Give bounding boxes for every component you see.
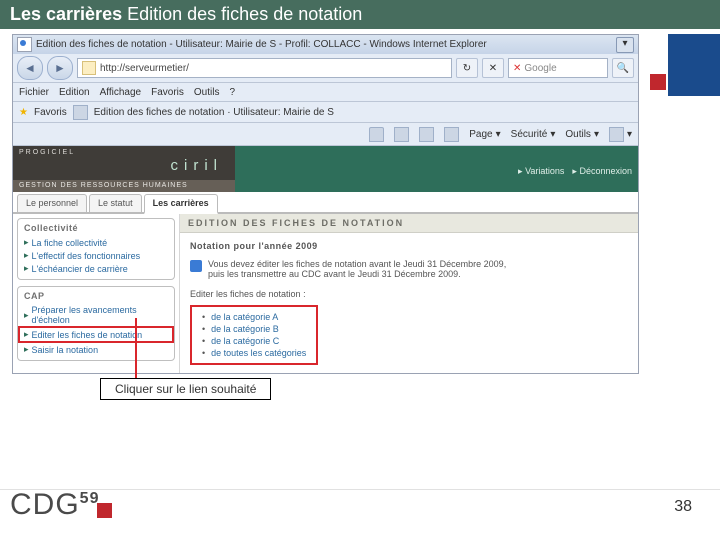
- ie-menubar: Fichier Edition Affichage Favoris Outils…: [13, 83, 638, 102]
- variations-link[interactable]: ▸ Variations: [518, 166, 564, 177]
- fav-page-icon: [73, 105, 88, 120]
- menu-tools[interactable]: Outils: [194, 87, 220, 98]
- title-right: Edition des fiches de notation: [127, 4, 362, 24]
- category-link-box: de la catégorie A de la catégorie B de l…: [190, 305, 318, 365]
- category-link-c[interactable]: de la catégorie C: [202, 335, 306, 347]
- ie-tab-button[interactable]: ▾: [616, 37, 634, 53]
- url-text: http://serveurmetier/: [100, 63, 189, 74]
- favorites-label[interactable]: Favoris: [34, 107, 67, 118]
- category-link-all[interactable]: de toutes les catégories: [202, 347, 306, 359]
- fav-page-title[interactable]: Edition des fiches de notation · Utilisa…: [94, 107, 334, 118]
- search-placeholder: Google: [524, 63, 556, 74]
- tab-personnel[interactable]: Le personnel: [17, 194, 87, 212]
- decoration-red-square: [650, 74, 666, 90]
- sub-brand-row: GESTION DES RESSOURCES HUMAINES: [13, 180, 638, 192]
- mail-button[interactable]: [419, 127, 434, 142]
- info-alert: Vous devez éditer les fiches de notation…: [190, 259, 628, 279]
- callout-connector: [135, 318, 137, 378]
- ie-titlebar: Edition des fiches de notation - Utilisa…: [13, 35, 638, 54]
- brand-left: PROGICIEL ciril: [13, 146, 235, 180]
- list-label: Editer les fiches de notation :: [190, 289, 628, 299]
- arrow-icon: ▸: [24, 263, 29, 274]
- menu-favorites[interactable]: Favoris: [151, 87, 184, 98]
- arrow-icon: ▸: [24, 310, 29, 321]
- tab-carrieres[interactable]: Les carrières: [144, 194, 218, 214]
- sidebar: Collectivité ▸La fiche collectivité ▸L'e…: [13, 214, 179, 373]
- main-panel: EDITION DES FICHES DE NOTATION Notation …: [179, 214, 638, 373]
- sidebar-item[interactable]: ▸Saisir la notation: [24, 343, 168, 356]
- sidebar-item[interactable]: ▸L'échéancier de carrière: [24, 262, 168, 275]
- arrow-icon: ▸: [24, 344, 29, 355]
- home-button[interactable]: [369, 127, 384, 142]
- arrow-icon: ▸: [24, 329, 29, 340]
- sidebar-heading: Collectivité: [24, 223, 168, 233]
- tab-statut[interactable]: Le statut: [89, 194, 142, 212]
- brand-subtitle: GESTION DES RESSOURCES HUMAINES: [13, 180, 235, 192]
- print-button[interactable]: [444, 127, 459, 142]
- ie-command-bar: Page ▾ Sécurité ▾ Outils ▾ ▾: [13, 123, 638, 146]
- search-engine-icon: ✕: [513, 63, 521, 74]
- page-number: 38: [674, 498, 692, 516]
- main-body: Notation pour l'année 2009 Vous devez éd…: [180, 233, 638, 373]
- brand-top: PROGICIEL: [19, 149, 229, 157]
- ie-favorites-bar: ★ Favoris Edition des fiches de notation…: [13, 102, 638, 123]
- home-icon: [369, 127, 384, 142]
- tools-menu[interactable]: Outils ▾: [565, 129, 599, 140]
- mail-icon: [419, 127, 434, 142]
- favorites-star-icon[interactable]: ★: [19, 107, 28, 118]
- sidebar-heading: CAP: [24, 291, 168, 301]
- ie-address-bar: ◄ ► http://serveurmetier/ ↻ ✕ ✕ Google 🔍: [13, 54, 638, 83]
- menu-edit[interactable]: Edition: [59, 87, 90, 98]
- sidebar-box-cap: CAP ▸Préparer les avancements d'échelon …: [17, 286, 175, 361]
- url-field[interactable]: http://serveurmetier/: [77, 58, 452, 78]
- stop-button[interactable]: ✕: [482, 58, 504, 78]
- category-link-a[interactable]: de la catégorie A: [202, 311, 306, 323]
- menu-view[interactable]: Affichage: [100, 87, 142, 98]
- title-left: Les carrières: [10, 4, 122, 24]
- main-header: EDITION DES FICHES DE NOTATION: [180, 214, 638, 233]
- forward-button[interactable]: ►: [47, 56, 73, 80]
- ie-window: Edition des fiches de notation - Utilisa…: [12, 34, 639, 374]
- brand-right: ▸ Variations ▸ Déconnexion: [235, 146, 638, 180]
- arrow-icon: ▸: [24, 237, 29, 248]
- page-icon: [82, 61, 96, 75]
- category-link-b[interactable]: de la catégorie B: [202, 323, 306, 335]
- sidebar-box-collectivite: Collectivité ▸La fiche collectivité ▸L'e…: [17, 218, 175, 280]
- refresh-button[interactable]: ↻: [456, 58, 478, 78]
- alert-line-2: puis les transmettre au CDC avant le Jeu…: [208, 269, 506, 279]
- main-subtitle: Notation pour l'année 2009: [190, 241, 628, 251]
- sidebar-item[interactable]: ▸Préparer les avancements d'échelon: [24, 304, 168, 326]
- slide-title-bar: Les carrières Edition des fiches de nota…: [0, 0, 720, 29]
- cdg-logo: CDG59: [10, 488, 112, 522]
- feeds-icon: [394, 127, 409, 142]
- brand-row: PROGICIEL ciril ▸ Variations ▸ Déconnexi…: [13, 146, 638, 180]
- logo-red-square-icon: [97, 503, 112, 518]
- callout-box: Cliquer sur le lien souhaité: [100, 378, 271, 400]
- search-box[interactable]: ✕ Google: [508, 58, 608, 78]
- back-button[interactable]: ◄: [17, 56, 43, 80]
- arrow-icon: ▸: [24, 250, 29, 261]
- decoration-blue-block: [668, 34, 720, 96]
- menu-help[interactable]: ?: [229, 87, 235, 98]
- print-icon: [444, 127, 459, 142]
- brand-ciril: ciril: [19, 157, 229, 175]
- info-icon: [190, 260, 202, 272]
- page-menu[interactable]: Page ▾: [469, 129, 500, 140]
- help-icon: [609, 127, 624, 142]
- app-tabs: Le personnel Le statut Les carrières: [13, 192, 638, 214]
- menu-file[interactable]: Fichier: [19, 87, 49, 98]
- webapp: PROGICIEL ciril ▸ Variations ▸ Déconnexi…: [13, 146, 638, 373]
- logout-link[interactable]: ▸ Déconnexion: [572, 166, 632, 177]
- sidebar-item[interactable]: ▸La fiche collectivité: [24, 236, 168, 249]
- search-go-button[interactable]: 🔍: [612, 58, 634, 78]
- alert-line-1: Vous devez éditer les fiches de notation…: [208, 259, 506, 269]
- sidebar-item[interactable]: ▸L'effectif des fonctionnaires: [24, 249, 168, 262]
- security-menu[interactable]: Sécurité ▾: [511, 129, 556, 140]
- sidebar-item-editer-fiches[interactable]: ▸Editer les fiches de notation: [20, 328, 172, 341]
- ie-page-icon: [17, 37, 32, 52]
- ie-window-title: Edition des fiches de notation - Utilisa…: [36, 39, 487, 50]
- help-menu[interactable]: ▾: [609, 127, 632, 142]
- feeds-button[interactable]: [394, 127, 409, 142]
- app-body: Collectivité ▸La fiche collectivité ▸L'e…: [13, 214, 638, 373]
